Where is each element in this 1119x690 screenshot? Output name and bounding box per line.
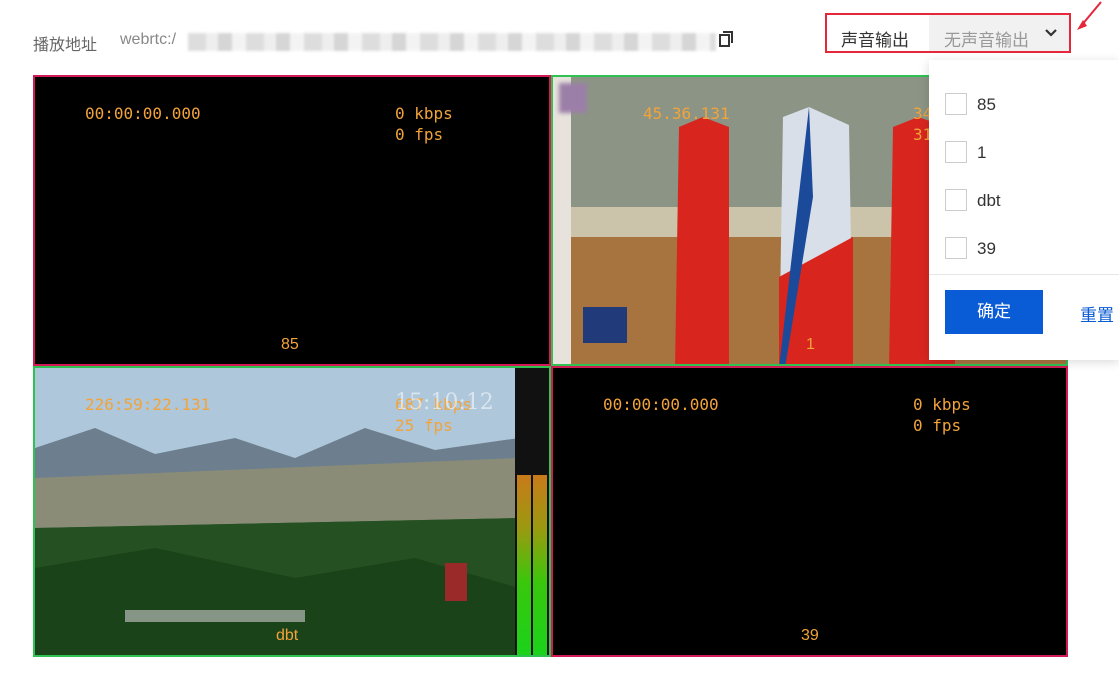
option-label: dbt [977, 191, 1001, 210]
audio-output-label: 声音输出 [841, 31, 909, 50]
tile-timestamp: 45.36.131 [643, 104, 730, 123]
audio-output-dropdown: 85 1 dbt 39 确定 重置 [929, 60, 1119, 360]
url-redacted-mask [188, 33, 716, 51]
video-tile-39[interactable]: 00:00:00.000 0 kbps 0 fps 39 [551, 366, 1068, 657]
reset-button[interactable]: 重置 [1080, 301, 1114, 326]
checkbox[interactable] [945, 189, 967, 211]
dropdown-option[interactable]: 85 [945, 93, 1115, 117]
option-label: 1 [977, 143, 987, 162]
tile-bitrate: 0 kbps [395, 104, 453, 123]
dropdown-option[interactable]: dbt [945, 189, 1115, 213]
copy-icon[interactable] [719, 31, 733, 47]
annotation-arrow-icon [1077, 1, 1102, 30]
tile-name: 39 [801, 627, 819, 644]
dropdown-option[interactable]: 39 [945, 237, 1115, 261]
audio-level-left [517, 475, 531, 655]
tile-fps: 25 fps [395, 416, 453, 435]
option-label: 39 [977, 239, 996, 258]
tile-fps: 0 fps [913, 416, 962, 435]
checkbox[interactable] [945, 93, 967, 115]
tile-timestamp: 00:00:00.000 [603, 395, 719, 414]
chevron-down-icon [1045, 29, 1057, 37]
tile-fps: 0 fps [395, 125, 444, 144]
tile-overlay-clock: 15:10:12 [395, 390, 494, 415]
audio-level-right [533, 475, 547, 655]
tile-name: 85 [281, 336, 299, 353]
play-address-label: 播放地址 [33, 37, 98, 54]
checkbox[interactable] [945, 141, 967, 163]
dropdown-option[interactable]: 1 [945, 141, 1115, 165]
tile-timestamp: 00:00:00.000 [85, 104, 201, 123]
play-url: webrtc:/ [120, 31, 177, 48]
audio-output-select[interactable]: 无声音输出 [929, 15, 1069, 51]
tile-name: 1 [806, 336, 815, 353]
avatar [559, 83, 587, 113]
checkbox[interactable] [945, 237, 967, 259]
dropdown-divider [929, 274, 1119, 275]
video-grid: 00:00:00.000 0 kbps 0 fps 85 45.36.131 3… [33, 75, 1068, 657]
tile-name: dbt [276, 627, 299, 644]
audio-select-value: 无声音输出 [944, 31, 1029, 50]
confirm-button[interactable]: 确定 [945, 290, 1043, 334]
audio-level-meter [515, 368, 549, 655]
tile-timestamp: 226:59:22.131 [85, 395, 211, 414]
video-tile-dbt[interactable]: 226:59:22.131 687 kbps 25 fps 15:10:12 d… [33, 366, 551, 657]
option-label: 85 [977, 95, 996, 114]
tile-bitrate: 0 kbps [913, 395, 971, 414]
video-tile-85[interactable]: 00:00:00.000 0 kbps 0 fps 85 [33, 75, 551, 366]
